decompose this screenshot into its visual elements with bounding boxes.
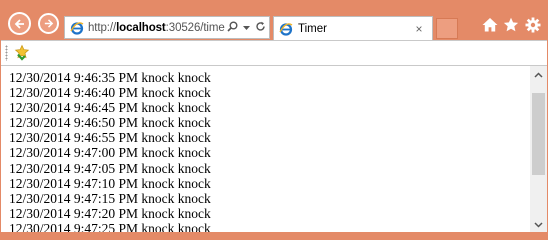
log-line: 12/30/2014 9:47:15 PM knock knock <box>9 190 211 206</box>
log-line: 12/30/2014 9:47:00 PM knock knock <box>9 145 211 161</box>
search-icon <box>226 21 237 32</box>
tab-timer[interactable]: Timer × <box>273 16 433 41</box>
log-line: 12/30/2014 9:46:55 PM knock knock <box>9 130 211 146</box>
toolbar-grip[interactable] <box>5 45 8 61</box>
log-line: 12/30/2014 9:46:35 PM knock knock <box>9 70 211 85</box>
ie-tab-icon <box>279 23 293 36</box>
url-text[interactable]: http://localhost:30526/timer.html <box>88 22 225 34</box>
favorites-bar <box>1 40 547 65</box>
scroll-down-button[interactable] <box>530 216 547 232</box>
log-line: 12/30/2014 9:47:05 PM knock knock <box>9 160 211 176</box>
page-content: 12/30/2014 9:46:35 PM knock knock 12/30/… <box>1 65 547 232</box>
ie-page-icon <box>70 21 84 35</box>
tab-title: Timer <box>298 23 327 35</box>
refresh-button[interactable] <box>253 21 267 35</box>
log-line: 12/30/2014 9:46:40 PM knock knock <box>9 85 211 101</box>
refresh-icon <box>255 21 265 31</box>
back-icon <box>14 18 24 29</box>
vertical-scrollbar[interactable] <box>530 66 547 232</box>
chevron-up-icon <box>534 71 543 78</box>
home-icon[interactable] <box>481 16 499 34</box>
close-tab-icon[interactable]: × <box>412 22 426 36</box>
address-dropdown-button[interactable] <box>239 22 253 34</box>
scroll-up-button[interactable] <box>530 66 547 83</box>
log-line: 12/30/2014 9:47:20 PM knock knock <box>9 205 211 221</box>
chevron-down-icon <box>534 221 543 228</box>
address-bar[interactable]: http://localhost:30526/timer.html <box>64 16 270 39</box>
log-line: 12/30/2014 9:47:25 PM knock knock <box>9 220 211 232</box>
log-line: 12/30/2014 9:47:10 PM knock knock <box>9 175 211 191</box>
scrollbar-thumb[interactable] <box>532 93 545 175</box>
dropdown-icon <box>242 25 250 30</box>
back-button[interactable] <box>8 12 31 35</box>
log-line: 12/30/2014 9:46:45 PM knock knock <box>9 100 211 116</box>
forward-button[interactable] <box>38 13 59 34</box>
search-button[interactable] <box>225 21 239 35</box>
new-tab-button[interactable] <box>436 18 458 39</box>
forward-icon <box>44 19 54 28</box>
favorites-star-icon[interactable] <box>502 16 520 34</box>
log-line: 12/30/2014 9:46:50 PM knock knock <box>9 115 211 131</box>
timer-log: 12/30/2014 9:46:35 PM knock knock 12/30/… <box>9 70 211 232</box>
browser-titlebar: http://localhost:30526/timer.html Timer … <box>0 0 548 41</box>
add-favorite-icon[interactable] <box>14 44 31 61</box>
gear-icon[interactable] <box>524 16 542 34</box>
